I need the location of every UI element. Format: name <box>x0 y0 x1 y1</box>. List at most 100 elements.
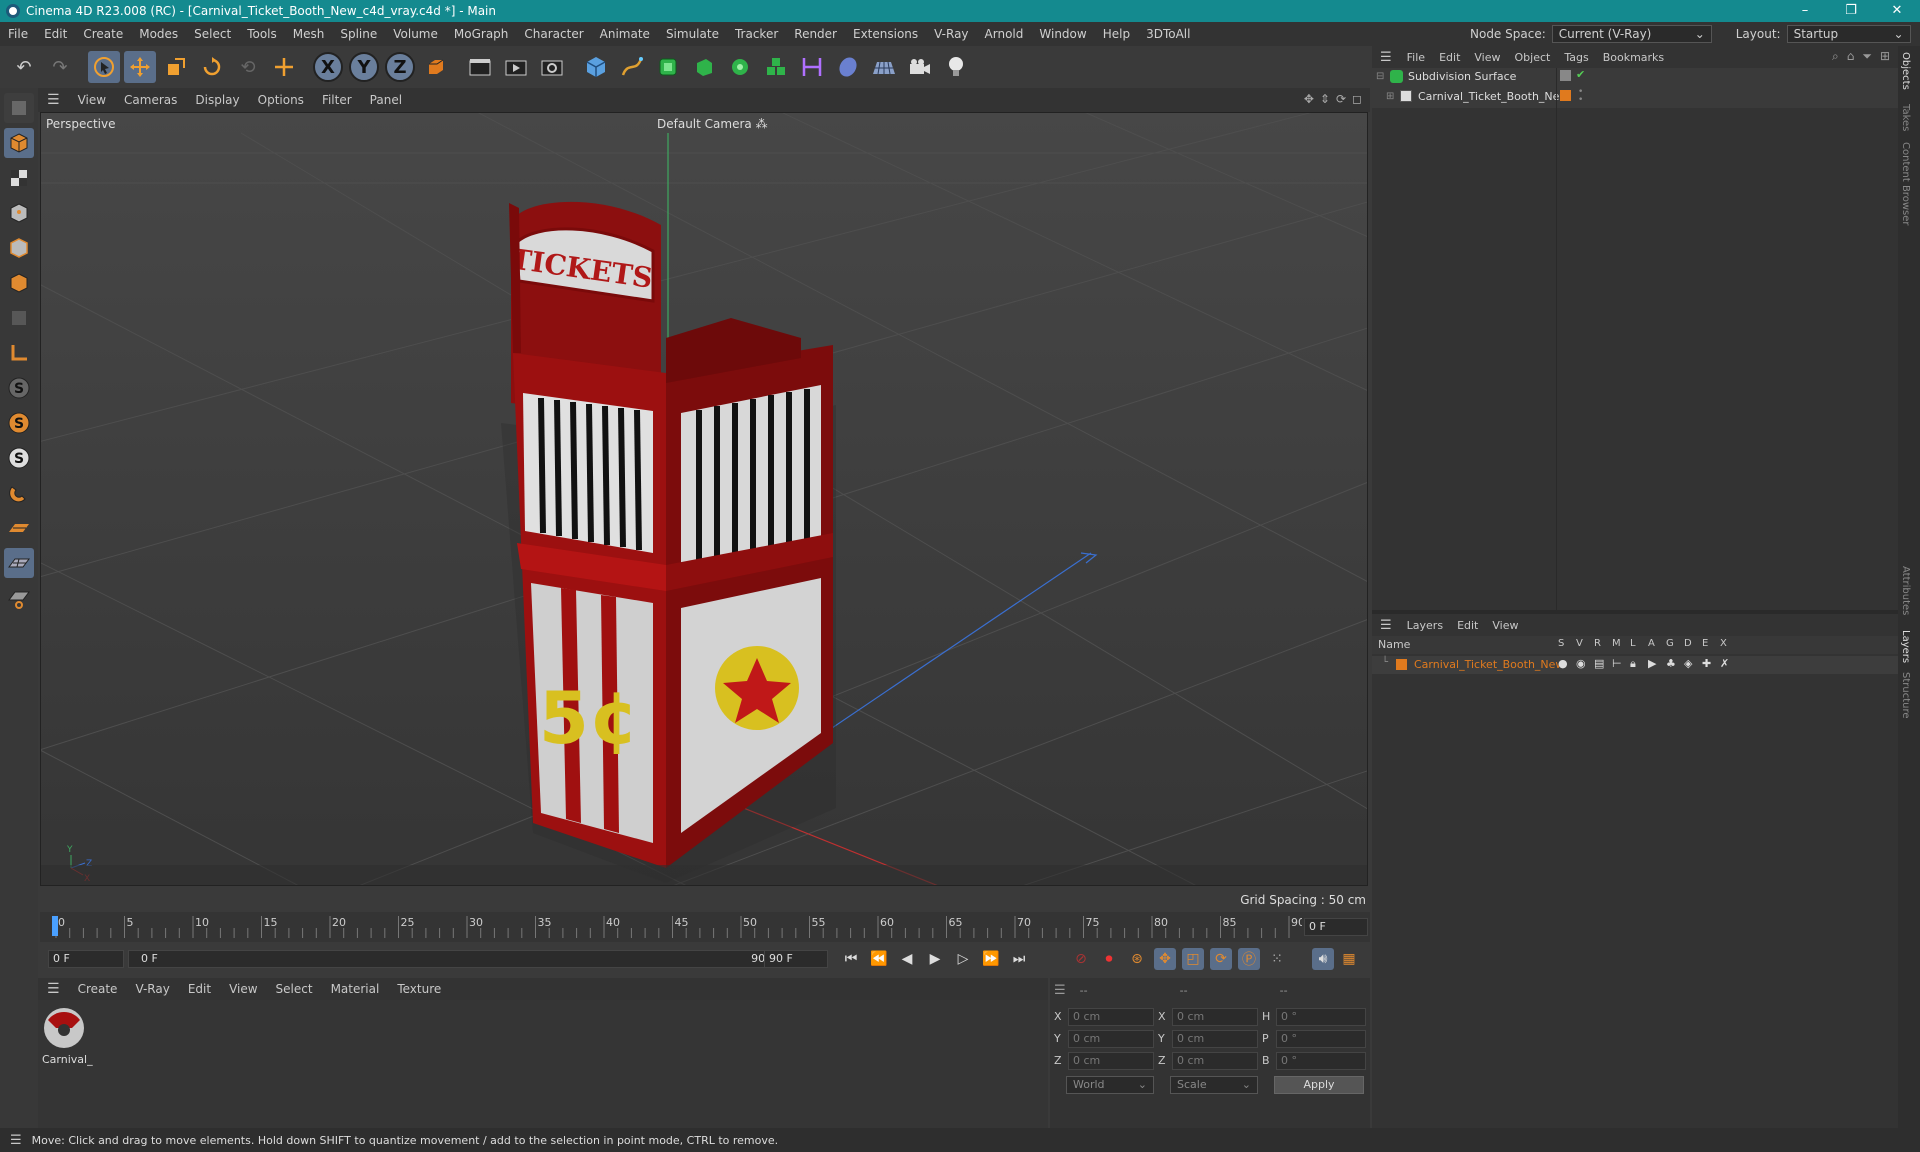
menu-window[interactable]: Window <box>1031 27 1094 41</box>
menu-mesh[interactable]: Mesh <box>285 27 333 41</box>
coordinate-space-dropdown[interactable]: World ⌄ <box>1066 1076 1154 1094</box>
material-menu-view[interactable]: View <box>220 982 266 996</box>
size-x-field[interactable]: 0 cm <box>1172 1008 1258 1026</box>
previous-frame-button[interactable]: ◀ <box>896 948 918 970</box>
menu-edit[interactable]: Edit <box>36 27 75 41</box>
y-axis-lock-button[interactable]: Y <box>349 52 379 82</box>
position-z-field[interactable]: 0 cm <box>1068 1052 1154 1070</box>
layer-col-locked[interactable]: L <box>1630 638 1648 649</box>
objects-menu-object[interactable]: Object <box>1508 51 1558 64</box>
rotation-key-icon[interactable]: ⟳ <box>1210 948 1232 970</box>
generator-icon[interactable]: ♣ <box>1666 657 1684 671</box>
xref-icon[interactable]: ✗ <box>1720 657 1738 671</box>
hierarchy-icon[interactable]: ⊢ <box>1612 657 1630 671</box>
pan-view-icon[interactable]: ✥ <box>1304 92 1314 106</box>
menu-select[interactable]: Select <box>186 27 239 41</box>
parameter-key-icon[interactable]: Ⓟ <box>1238 948 1260 970</box>
size-z-field[interactable]: 0 cm <box>1172 1052 1258 1070</box>
objects-menu-bookmarks[interactable]: Bookmarks <box>1596 51 1671 64</box>
layer-col-render[interactable]: R <box>1594 638 1612 649</box>
hamburger-icon[interactable]: ☰ <box>38 981 69 997</box>
deformer-icon[interactable]: ◈ <box>1684 657 1702 671</box>
menu-animate[interactable]: Animate <box>592 27 658 41</box>
object-name[interactable]: Carnival_Ticket_Booth_New <box>1418 90 1568 103</box>
hamburger-icon[interactable]: ☰ <box>0 1133 32 1148</box>
new-window-icon[interactable]: ⊞ <box>1880 49 1890 64</box>
menu-simulate[interactable]: Simulate <box>658 27 727 41</box>
tab-objects[interactable]: Objects <box>1900 52 1911 90</box>
wireframe-grid-button[interactable] <box>4 583 34 613</box>
menu-arnold[interactable]: Arnold <box>977 27 1032 41</box>
model-mode-button[interactable] <box>4 128 34 158</box>
polygon-mode-button[interactable] <box>4 268 34 298</box>
menu-vray[interactable]: V-Ray <box>926 27 976 41</box>
rotation-b-field[interactable]: 0 ° <box>1276 1052 1366 1070</box>
layer-name[interactable]: Carnival_Ticket_Booth_New <box>1414 658 1564 671</box>
subdivision-surface-button[interactable] <box>652 51 684 83</box>
layer-col-manager[interactable]: M <box>1612 638 1630 649</box>
menu-volume[interactable]: Volume <box>385 27 446 41</box>
transform-tool-button[interactable] <box>268 51 300 83</box>
layer-color-swatch[interactable] <box>1396 659 1407 670</box>
menu-help[interactable]: Help <box>1095 27 1138 41</box>
render-view-button[interactable] <box>464 51 496 83</box>
objects-menu-view[interactable]: View <box>1467 51 1507 64</box>
viewport-menu-display[interactable]: Display <box>186 93 248 107</box>
tab-content-browser[interactable]: Content Browser <box>1900 142 1911 225</box>
material-menu-texture[interactable]: Texture <box>388 982 450 996</box>
tab-layers[interactable]: Layers <box>1900 630 1911 663</box>
perspective-viewport[interactable]: TICKETS 5¢ Y Z Perspective Default Camer… <box>40 112 1368 886</box>
redo-button[interactable]: ↷ <box>44 51 76 83</box>
playhead-marker[interactable] <box>52 916 58 936</box>
viewport-menu-filter[interactable]: Filter <box>313 93 361 107</box>
material-menu-material[interactable]: Material <box>322 982 389 996</box>
sound-icon[interactable]: 🔊︎ <box>1312 948 1334 970</box>
menu-extensions[interactable]: Extensions <box>845 27 926 41</box>
layer-col-deformers[interactable]: D <box>1684 638 1702 649</box>
axis-mode-button[interactable] <box>4 338 34 368</box>
menu-character[interactable]: Character <box>516 27 591 41</box>
size-mode-dropdown[interactable]: Scale ⌄ <box>1170 1076 1258 1094</box>
snap-button[interactable]: S <box>4 373 34 403</box>
menu-mograph[interactable]: MoGraph <box>446 27 517 41</box>
timeline-ruler[interactable]: 0 5 10 15 20 25 30 35 40 45 50 55 60 65 70 75 80 85 90 0 F <box>40 912 1370 942</box>
scene-button[interactable] <box>832 51 864 83</box>
viewport-menu-view[interactable]: View <box>69 93 115 107</box>
film-strip-icon[interactable]: ▦ <box>1338 948 1360 970</box>
record-disabled-icon[interactable]: ⊘ <box>1070 948 1092 970</box>
material-menu-vray[interactable]: V-Ray <box>126 982 178 996</box>
hamburger-icon[interactable]: ☰ <box>1372 50 1400 65</box>
restore-button[interactable]: ❐ <box>1828 0 1874 22</box>
layers-menu-view[interactable]: View <box>1485 619 1525 632</box>
layer-row[interactable]: └ Carnival_Ticket_Booth_New ● ◉ ▤ ⊢ 🔒︎ ▶… <box>1372 656 1898 674</box>
keyframe-selection-icon[interactable]: ⊛ <box>1126 948 1148 970</box>
recent-tool-button[interactable]: ⟲ <box>232 51 264 83</box>
material-swatch[interactable]: Carnival_ <box>42 1006 93 1066</box>
uv-mode-button[interactable] <box>4 303 34 333</box>
coordinate-system-button[interactable] <box>420 51 452 83</box>
rotation-h-field[interactable]: 0 ° <box>1276 1008 1366 1026</box>
layer-col-solo[interactable]: S <box>1558 638 1576 649</box>
floor-grid-button[interactable] <box>4 548 34 578</box>
expand-toggle-icon[interactable]: ⊞ <box>1386 91 1394 102</box>
lock-icon[interactable]: 🔒︎ <box>1630 657 1648 671</box>
field-button[interactable] <box>796 51 828 83</box>
magnet-button[interactable] <box>4 478 34 508</box>
viewport-menu-options[interactable]: Options <box>249 93 313 107</box>
hamburger-icon[interactable]: ☰ <box>1372 618 1400 633</box>
objects-menu-tags[interactable]: Tags <box>1557 51 1595 64</box>
tab-attributes[interactable]: Attributes <box>1900 566 1911 615</box>
tab-takes[interactable]: Takes <box>1900 104 1911 131</box>
close-button[interactable]: ✕ <box>1874 0 1920 22</box>
autokey-record-icon[interactable]: ⏺ <box>1098 948 1120 970</box>
rotate-tool-button[interactable] <box>196 51 228 83</box>
solo-dot-icon[interactable]: ● <box>1558 657 1576 671</box>
layer-col-xrefs[interactable]: X <box>1720 638 1738 649</box>
z-axis-lock-button[interactable]: Z <box>385 52 415 82</box>
layer-col-view[interactable]: V <box>1576 638 1594 649</box>
edge-mode-button[interactable] <box>4 233 34 263</box>
light-button[interactable] <box>940 51 972 83</box>
visibility-dots-icon[interactable]: • • <box>1578 88 1583 105</box>
layer-col-expressions[interactable]: E <box>1702 638 1720 649</box>
material-menu-edit[interactable]: Edit <box>179 982 220 996</box>
